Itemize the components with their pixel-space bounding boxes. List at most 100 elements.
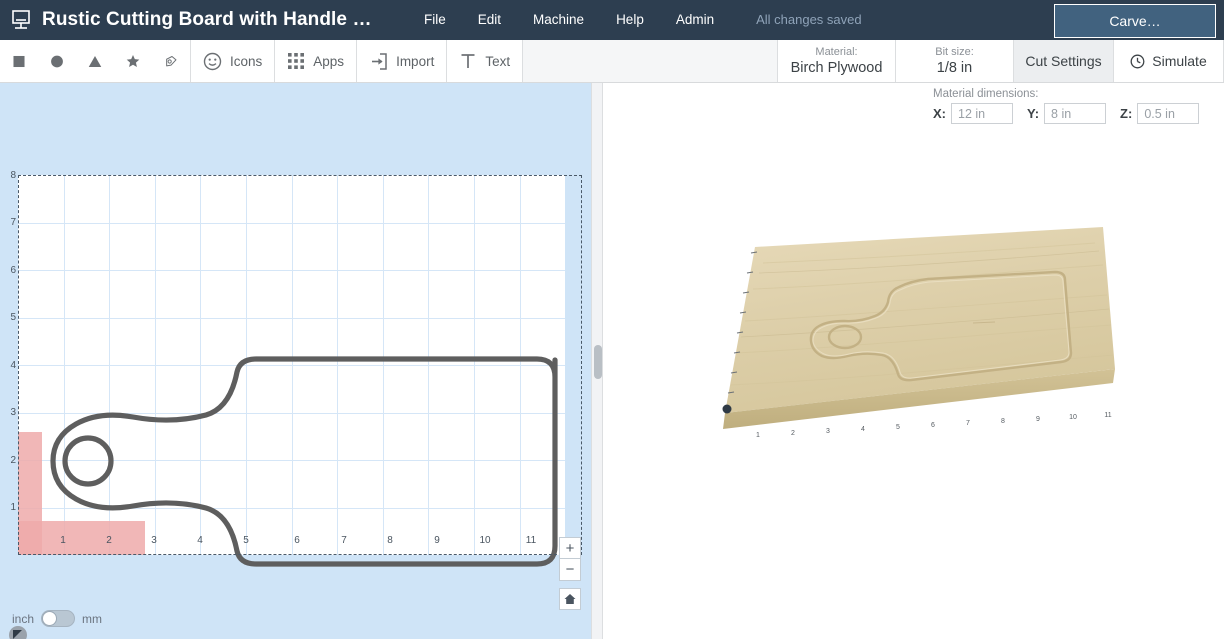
material-dimensions: Material dimensions: X: 12 in Y: 8 in Z:… — [933, 88, 1223, 124]
ruler-x-tick: 11 — [523, 535, 539, 546]
simulate-label: Simulate — [1152, 53, 1206, 69]
tool-bar: Icons Apps — [0, 40, 1224, 83]
ruler-y-tick: 2 — [2, 456, 16, 466]
ruler-y-tick: 3 — [2, 408, 16, 418]
ruler-x-tick: 5 — [238, 535, 254, 546]
import-label: Import — [396, 54, 434, 69]
carve-button[interactable]: Carve… — [1054, 4, 1216, 38]
circle-shape-tool[interactable] — [38, 40, 76, 83]
ruler-y: 8 7 6 5 4 3 2 1 — [0, 83, 18, 639]
preview-ruler-tick: 3 — [826, 428, 830, 435]
ruler-y-tick: 1 — [2, 503, 16, 513]
three-d-preview-panel[interactable]: Material dimensions: X: 12 in Y: 8 in Z:… — [603, 83, 1224, 639]
ruler-x-tick: 2 — [101, 535, 117, 546]
preview-ruler-tick: 1 — [756, 432, 760, 439]
preview-ruler-tick: 2 — [791, 430, 795, 437]
material-selector[interactable]: Material: Birch Plywood — [778, 40, 896, 82]
ruler-x-tick: 4 — [192, 535, 208, 546]
icons-button[interactable]: Icons — [191, 40, 274, 83]
apps-group: Apps — [275, 40, 357, 82]
material-key: Material: — [815, 46, 857, 59]
easel-app-window: Rustic Cutting Board with Handle Tem Fil… — [0, 0, 1224, 639]
import-button[interactable]: Import — [357, 40, 446, 83]
zoom-home-button[interactable] — [559, 588, 581, 610]
star-shape-tool[interactable] — [114, 40, 152, 83]
ruler-y-tick: 5 — [2, 313, 16, 323]
panel-resize-handle[interactable] — [594, 345, 602, 379]
material-dimensions-title: Material dimensions: — [933, 88, 1223, 100]
unit-switch[interactable] — [41, 610, 75, 627]
icons-group: Icons — [191, 40, 275, 82]
zoom-in-button[interactable]: + — [559, 537, 581, 559]
pen-shape-tool[interactable] — [152, 40, 190, 83]
toolbar-spacer — [523, 40, 778, 82]
import-group: Import — [357, 40, 447, 82]
main-menu: File Edit Machine Help Admin — [408, 0, 730, 40]
text-label: Text — [485, 54, 510, 69]
ruler-y-tick: 7 — [2, 218, 16, 228]
apps-button[interactable]: Apps — [275, 40, 356, 83]
panel-divider[interactable] — [591, 83, 603, 639]
import-arrow-icon — [369, 52, 388, 71]
ruler-y-tick: 6 — [2, 266, 16, 276]
dimension-x-label: X: — [933, 106, 946, 121]
ruler-x-tick: 3 — [146, 535, 162, 546]
cut-settings-label: Cut Settings — [1025, 53, 1101, 69]
zoom-controls: + − — [559, 537, 581, 610]
dimension-x-field[interactable]: 12 in — [951, 103, 1013, 124]
clock-simulate-icon — [1130, 54, 1145, 69]
preview-ruler-tick: 4 — [861, 426, 865, 433]
dimension-z-field[interactable]: 0.5 in — [1137, 103, 1199, 124]
tab-cut-settings[interactable]: Cut Settings — [1014, 40, 1114, 82]
square-shape-tool[interactable] — [0, 40, 38, 83]
menu-item-edit[interactable]: Edit — [462, 0, 517, 40]
grid-apps-icon — [287, 52, 305, 70]
dimension-y-field[interactable]: 8 in — [1044, 103, 1106, 124]
preview-ruler-tick: 8 — [1001, 418, 1005, 425]
preview-ruler-tick: 6 — [931, 422, 935, 429]
material-value: Birch Plywood — [791, 60, 883, 77]
menu-item-file[interactable]: File — [408, 0, 462, 40]
page-title: Rustic Cutting Board with Handle Tem — [42, 0, 380, 40]
unit-switch-knob — [42, 611, 57, 626]
ruler-x-tick: 1 — [55, 535, 71, 546]
text-button[interactable]: Text — [447, 40, 522, 83]
ruler-x: 1 2 3 4 5 6 7 8 9 10 11 — [0, 535, 591, 551]
triangle-shape-tool[interactable] — [76, 40, 114, 83]
tab-simulate[interactable]: Simulate — [1114, 40, 1224, 82]
preview-ruler-tick: 5 — [896, 424, 900, 431]
smiley-icon — [203, 52, 222, 71]
carve-preview-model[interactable]: 1 2 3 4 5 6 7 8 9 10 11 — [603, 203, 1224, 623]
preview-ruler-tick: 11 — [1104, 412, 1111, 419]
ruler-x-tick: 6 — [289, 535, 305, 546]
apps-label: Apps — [313, 54, 344, 69]
home-icon — [564, 593, 576, 605]
menu-item-machine[interactable]: Machine — [517, 0, 600, 40]
preview-ruler-tick: 10 — [1069, 414, 1077, 421]
dimension-z-label: Z: — [1120, 106, 1132, 121]
unit-inch-label: inch — [12, 612, 34, 626]
bit-size-value: 1/8 in — [937, 60, 972, 77]
menu-item-help[interactable]: Help — [600, 0, 660, 40]
bit-size-selector[interactable]: Bit size: 1/8 in — [896, 40, 1014, 82]
zoom-out-button[interactable]: − — [559, 559, 581, 581]
easel-project-icon[interactable] — [10, 9, 32, 31]
dimension-y-label: Y: — [1027, 106, 1039, 121]
text-T-icon — [459, 52, 477, 70]
bit-size-key: Bit size: — [935, 46, 974, 59]
ruler-y-tick: 8 — [2, 171, 16, 181]
icons-label: Icons — [230, 54, 262, 69]
ruler-x-tick: 10 — [477, 535, 493, 546]
work-area[interactable] — [18, 175, 565, 555]
top-bar: Rustic Cutting Board with Handle Tem Fil… — [0, 0, 1224, 40]
ruler-y-tick: 4 — [2, 361, 16, 371]
ruler-x-tick: 7 — [336, 535, 352, 546]
menu-item-admin[interactable]: Admin — [660, 0, 730, 40]
shape-tools-group — [0, 40, 191, 82]
design-canvas-panel[interactable]: 8 7 6 5 4 3 2 1 1 2 3 4 5 6 7 8 9 10 11 … — [0, 83, 591, 639]
ruler-x-tick: 9 — [429, 535, 445, 546]
unit-toggle[interactable]: inch mm — [12, 610, 102, 627]
preview-ruler-tick: 9 — [1036, 416, 1040, 423]
preview-ruler-tick: 7 — [966, 420, 970, 427]
unit-mm-label: mm — [82, 612, 102, 626]
